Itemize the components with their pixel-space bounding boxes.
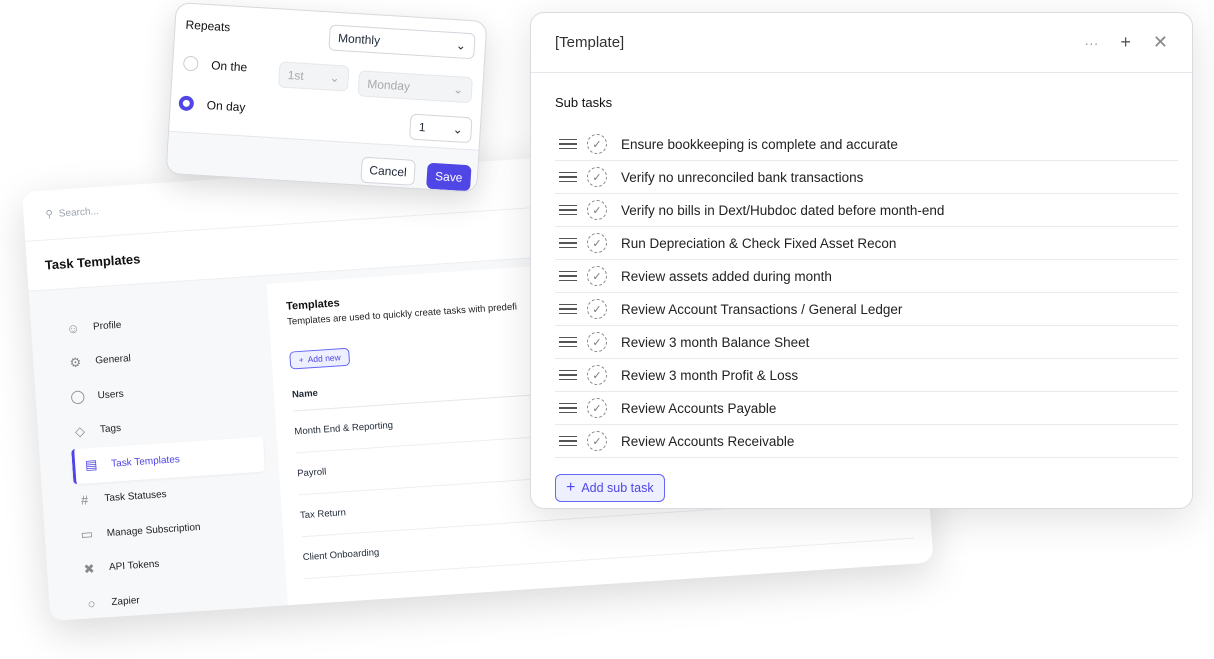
gear-icon: ⚙ [69,354,82,370]
subtask-item[interactable]: ✓ Verify no bills in Dext/Hubdoc dated be… [555,194,1178,227]
drag-handle-icon[interactable] [559,270,577,282]
subtasks-heading: Sub tasks [555,95,613,110]
plus-icon: + [566,479,576,496]
on-day-label: On day [206,98,246,115]
plus-icon: + [298,354,305,366]
check-circle-icon[interactable]: ✓ [587,167,607,187]
sidebar: ☺ Profile ⚙ General ◯ Users ◇ Tags ▤ Task Tem… [29,276,288,621]
subtask-item[interactable]: ✓ Ensure bookkeeping is complete and accu… [555,128,1178,161]
subtask-item[interactable]: ✓ Run Depreciation & Check Fixed Asset Re… [555,227,1178,260]
subtask-label: Verify no bills in Dext/Hubdoc dated bef… [621,202,945,218]
subtask-item[interactable]: ✓ Review Accounts Payable [555,392,1178,425]
tag-icon: ◇ [74,423,86,439]
add-subtask-button[interactable]: + Add sub task [555,474,665,502]
user-circle-icon: ☺ [66,320,81,337]
on-the-label: On the [210,58,248,75]
cancel-button[interactable]: Cancel [360,156,416,186]
subtask-label: Review Account Transactions / General Le… [621,301,903,317]
on-day-radio[interactable] [178,95,195,112]
subtask-item[interactable]: ✓ Review Accounts Receivable [555,425,1178,458]
repeats-select[interactable]: Monthly ⌄ [328,24,476,60]
check-circle-icon[interactable]: ✓ [587,266,607,286]
subtask-item[interactable]: ✓ Review assets added during month [555,260,1178,293]
weekday-select[interactable]: Monday ⌄ [357,70,473,104]
hash-icon: # [80,492,89,509]
drag-handle-icon[interactable] [559,237,577,249]
subtask-item[interactable]: ✓ Review Account Transactions / General L… [555,293,1178,326]
on-the-radio[interactable] [182,55,199,72]
check-circle-icon[interactable]: ✓ [587,233,607,253]
chevron-down-icon: ⌄ [329,70,341,86]
check-circle-icon[interactable]: ✓ [587,431,607,451]
drag-handle-icon[interactable] [559,204,577,216]
more-icon[interactable]: ··· [1084,35,1098,51]
save-button[interactable]: Save [426,162,472,192]
plus-icon[interactable]: + [1120,32,1131,53]
repeat-popup: Repeats Monthly ⌄ On the 1st ⌄ Monday ⌄ On … [165,2,488,193]
subtask-label: Review Accounts Receivable [621,433,795,449]
subtask-label: Review assets added during month [621,268,832,284]
zapier-icon: ○ [87,595,96,612]
subtask-label: Verify no unreconciled bank transactions [621,169,864,185]
subtask-item[interactable]: ✓ Review 3 month Balance Sheet [555,326,1178,359]
ordinal-select[interactable]: 1st ⌄ [277,61,350,92]
check-circle-icon[interactable]: ✓ [587,200,607,220]
chevron-down-icon: ⌄ [452,122,464,137]
subtask-label: Review 3 month Profit & Loss [621,367,799,383]
template-modal: [Template] ··· + ✕ Sub tasks ✓ Ensure bookk… [530,12,1193,509]
day-select[interactable]: 1 ⌄ [409,113,473,144]
close-icon[interactable]: ✕ [1153,32,1168,53]
subtask-label: Review Accounts Payable [621,400,777,416]
check-circle-icon[interactable]: ✓ [587,365,607,385]
drag-handle-icon[interactable] [559,369,577,381]
tools-icon: ✖ [83,560,96,577]
drag-handle-icon[interactable] [559,303,577,315]
search-input[interactable]: Search... [59,206,100,220]
drag-handle-icon[interactable] [559,402,577,414]
drag-handle-icon[interactable] [559,435,577,447]
subtask-label: Review 3 month Balance Sheet [621,334,810,350]
subtask-item[interactable]: ✓ Verify no unreconciled bank transaction… [555,161,1178,194]
users-icon: ◯ [69,388,86,405]
subtask-label: Ensure bookkeeping is complete and accur… [621,136,898,152]
subtask-item[interactable]: ✓ Review 3 month Profit & Loss [555,359,1178,392]
check-circle-icon[interactable]: ✓ [587,332,607,352]
chevron-down-icon: ⌄ [452,82,464,97]
document-icon: ▤ [84,456,98,473]
repeats-label: Repeats [185,17,231,35]
check-circle-icon[interactable]: ✓ [587,398,607,418]
drag-handle-icon[interactable] [559,171,577,183]
subtask-label: Run Depreciation & Check Fixed Asset Rec… [621,235,897,251]
chevron-down-icon: ⌄ [455,38,467,53]
modal-title: [Template] [555,34,625,51]
check-circle-icon[interactable]: ✓ [587,134,607,154]
drag-handle-icon[interactable] [559,138,577,150]
search-icon: ⚲ [45,209,54,221]
add-new-button[interactable]: + Add new [289,347,351,370]
credit-card-icon: ▭ [80,526,94,543]
check-circle-icon[interactable]: ✓ [587,299,607,319]
drag-handle-icon[interactable] [559,336,577,348]
